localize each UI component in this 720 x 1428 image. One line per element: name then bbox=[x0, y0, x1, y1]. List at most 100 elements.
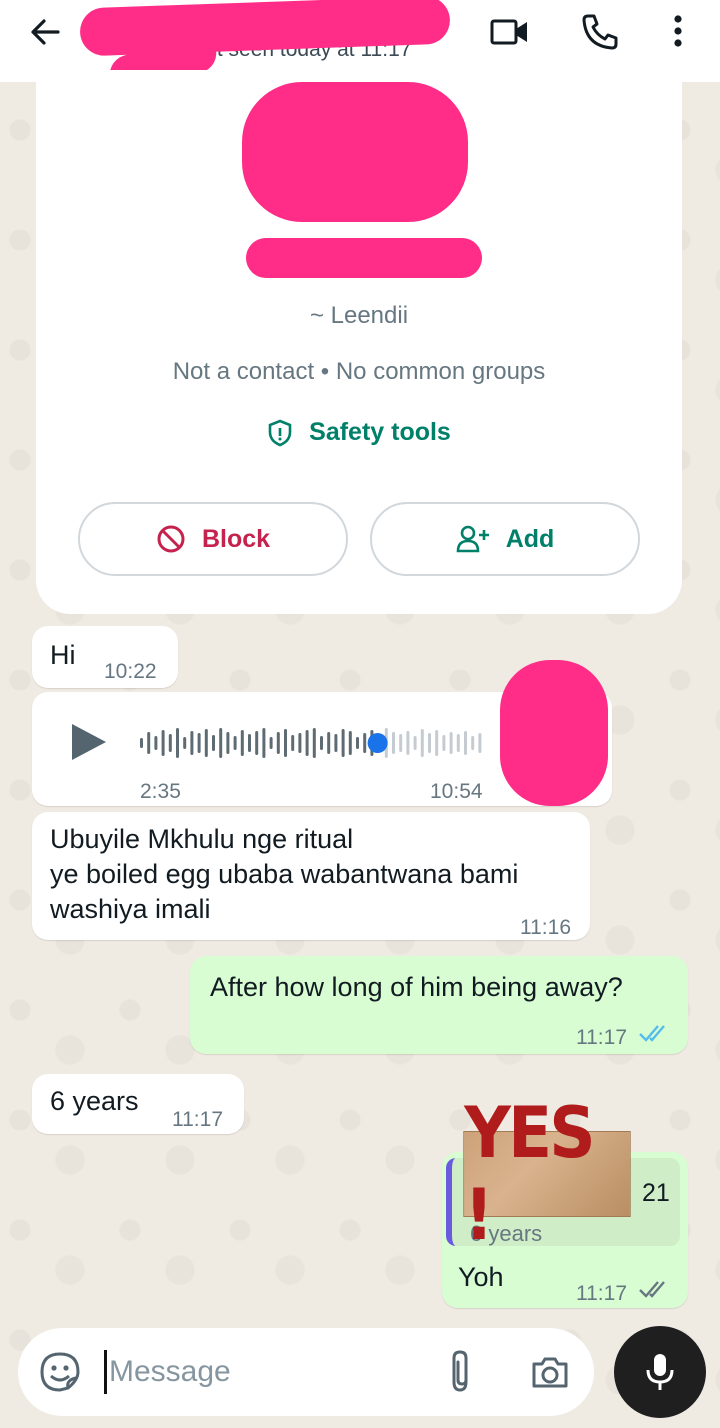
message-time: 10:22 bbox=[104, 660, 157, 683]
message-text: Hi bbox=[50, 640, 76, 670]
yes-sticker-overlay: YES ! bbox=[463, 1092, 631, 1256]
waveform-bar bbox=[269, 737, 273, 749]
camera-button[interactable] bbox=[528, 1350, 572, 1399]
waveform-bar bbox=[262, 728, 266, 758]
waveform-bar bbox=[341, 729, 345, 757]
waveform-bar bbox=[413, 736, 417, 750]
message-time: 11:17 bbox=[172, 1108, 223, 1131]
waveform-bar bbox=[168, 734, 172, 752]
message-line: washiya imali bbox=[50, 894, 211, 924]
shield-icon bbox=[268, 419, 292, 446]
phone-number-redaction bbox=[246, 238, 482, 278]
safety-tools-link[interactable]: Safety tools bbox=[36, 418, 682, 447]
message-text: Yoh bbox=[458, 1262, 504, 1292]
waveform-bar bbox=[190, 731, 194, 755]
add-label: Add bbox=[505, 524, 555, 553]
waveform-bar bbox=[363, 733, 367, 753]
waveform-bar bbox=[219, 728, 223, 758]
waveform-bar bbox=[154, 736, 158, 750]
waveform-bar bbox=[356, 737, 359, 749]
incoming-message[interactable]: Ubuyile Mkhulu nge ritual ye boiled egg … bbox=[32, 812, 590, 940]
voice-duration: 2:35 bbox=[140, 780, 181, 803]
message-composer bbox=[18, 1328, 594, 1416]
play-icon bbox=[72, 724, 106, 760]
waveform-bar bbox=[320, 736, 323, 750]
waveform-bar bbox=[435, 730, 439, 756]
video-camera-icon bbox=[490, 19, 527, 45]
waveform-bar bbox=[212, 735, 215, 751]
quoted-fragment: 21 bbox=[642, 1179, 670, 1207]
waveform-bar bbox=[183, 737, 187, 749]
waveform-bar bbox=[176, 728, 179, 758]
waveform-bar bbox=[392, 732, 395, 754]
voice-record-button[interactable] bbox=[614, 1326, 706, 1418]
waveform-bar bbox=[140, 738, 143, 748]
waveform-bar bbox=[449, 732, 453, 754]
contact-info-card: ~ Leendii Not a contact • No common grou… bbox=[36, 70, 682, 614]
waveform-bar bbox=[399, 734, 403, 752]
contact-nickname: ~ Leendii bbox=[309, 302, 409, 329]
waveform-bar bbox=[312, 728, 316, 758]
outgoing-message[interactable]: After how long of him being away? 11:17 bbox=[190, 956, 688, 1054]
waveform-bar bbox=[471, 736, 475, 750]
waveform-bar bbox=[348, 731, 352, 755]
waveform-bar bbox=[284, 729, 287, 757]
attach-button[interactable] bbox=[440, 1348, 480, 1401]
waveform-bar bbox=[420, 729, 424, 757]
message-line: ye boiled egg ubaba wabantwana bami bbox=[50, 859, 519, 889]
waveform-bar bbox=[204, 729, 208, 757]
message-text: 6 years bbox=[50, 1086, 139, 1116]
audio-waveform[interactable] bbox=[140, 722, 490, 764]
sender-avatar-redaction bbox=[500, 660, 608, 806]
playback-position-marker[interactable] bbox=[367, 733, 388, 753]
safety-tools-label: Safety tools bbox=[309, 418, 451, 446]
emoji-button[interactable] bbox=[38, 1350, 82, 1399]
waveform-bar bbox=[428, 733, 431, 753]
emoji-sticker-icon bbox=[40, 1352, 80, 1392]
contact-meta: Not a contact • No common groups bbox=[172, 358, 546, 385]
block-button[interactable]: Block bbox=[78, 502, 348, 576]
waveform-bar bbox=[298, 733, 302, 753]
incoming-message[interactable]: 6 years 11:17 bbox=[32, 1074, 244, 1134]
paperclip-icon bbox=[452, 1350, 468, 1392]
profile-photo-redaction bbox=[242, 82, 468, 222]
waveform-bar bbox=[478, 733, 482, 753]
waveform-bar bbox=[197, 733, 201, 753]
waveform-bar bbox=[456, 734, 460, 752]
waveform-bar bbox=[291, 735, 295, 751]
waveform-bar bbox=[248, 734, 251, 752]
phone-icon bbox=[582, 14, 618, 50]
camera-icon bbox=[532, 1357, 568, 1388]
overflow-menu-button[interactable] bbox=[656, 10, 700, 54]
waveform-bar bbox=[464, 731, 467, 755]
play-button[interactable] bbox=[68, 722, 108, 771]
add-person-icon bbox=[456, 525, 489, 553]
message-time: 11:17 bbox=[576, 1026, 627, 1049]
microphone-icon bbox=[646, 1354, 674, 1390]
video-call-button[interactable] bbox=[488, 10, 532, 54]
read-ticks-icon bbox=[639, 1025, 665, 1042]
message-line: Ubuyile Mkhulu nge ritual bbox=[50, 824, 354, 854]
waveform-bar bbox=[233, 736, 237, 750]
block-label: Block bbox=[201, 524, 271, 553]
message-input[interactable] bbox=[104, 1350, 404, 1394]
waveform-bar bbox=[327, 732, 331, 754]
message-time: 11:16 bbox=[520, 916, 571, 939]
waveform-bar bbox=[161, 730, 165, 756]
waveform-bar bbox=[305, 730, 309, 756]
waveform-bar bbox=[406, 731, 410, 755]
back-button[interactable] bbox=[26, 12, 66, 52]
delivered-ticks-icon bbox=[639, 1281, 665, 1298]
add-contact-button[interactable]: Add bbox=[370, 502, 640, 576]
arrow-left-icon bbox=[31, 19, 60, 45]
voice-call-button[interactable] bbox=[578, 10, 622, 54]
waveform-bar bbox=[147, 732, 151, 754]
kebab-menu-icon bbox=[674, 15, 682, 47]
waveform-bar bbox=[442, 735, 446, 751]
block-icon bbox=[157, 525, 185, 553]
incoming-message[interactable]: Hi 10:22 bbox=[32, 626, 178, 688]
waveform-bar bbox=[255, 731, 259, 755]
waveform-bar bbox=[276, 732, 280, 754]
message-time: 11:17 bbox=[576, 1282, 627, 1305]
waveform-bar bbox=[240, 730, 244, 756]
